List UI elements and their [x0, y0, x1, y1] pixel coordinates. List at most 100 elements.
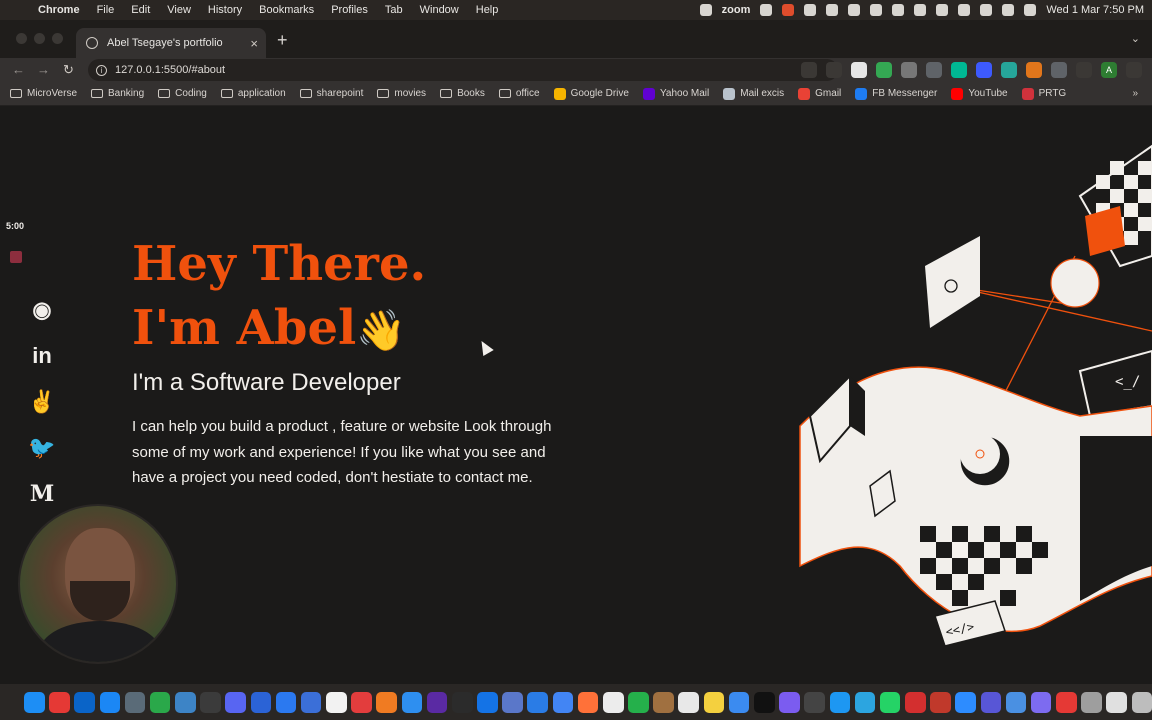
- bookmark-banking[interactable]: Banking: [91, 88, 144, 99]
- dock-app-icon[interactable]: [149, 691, 171, 713]
- bookmarks-overflow-icon[interactable]: »: [1132, 88, 1138, 99]
- figma-status-icon[interactable]: [760, 4, 773, 16]
- siri-icon[interactable]: [1024, 4, 1037, 16]
- wifi-icon[interactable]: [958, 4, 971, 16]
- dock-app-icon[interactable]: [376, 691, 397, 713]
- site-info-icon[interactable]: i: [96, 64, 107, 76]
- zoom-status-label[interactable]: zoom: [722, 4, 751, 16]
- bookmark-office[interactable]: office: [498, 88, 540, 99]
- camera-extension-icon[interactable]: [901, 62, 917, 78]
- dock-app-icon[interactable]: [653, 691, 674, 713]
- dock-app-icon[interactable]: [502, 691, 523, 713]
- dock-app-icon[interactable]: [426, 691, 448, 713]
- bookmark-google-drive[interactable]: Google Drive: [553, 87, 629, 100]
- linkedin-icon[interactable]: in: [27, 340, 57, 372]
- calendar-status-icon[interactable]: [782, 4, 795, 16]
- dock-app-icon[interactable]: [401, 691, 423, 713]
- menubar-clock[interactable]: Wed 1 Mar 7:50 PM: [1046, 4, 1144, 16]
- bookmark-books[interactable]: Books: [440, 88, 485, 99]
- m-extension-icon[interactable]: [951, 62, 967, 78]
- tab-search-chevron-icon[interactable]: ⌄: [1131, 32, 1140, 45]
- bookmark-mail-excis[interactable]: Mail excis: [723, 87, 784, 100]
- dock-app-icon[interactable]: [1106, 691, 1127, 713]
- dock-app-icon[interactable]: [577, 691, 599, 713]
- menu-bookmarks[interactable]: Bookmarks: [259, 4, 314, 16]
- dock-app-icon[interactable]: [99, 691, 121, 713]
- bookmark-star-icon[interactable]: [826, 62, 842, 78]
- bookmark-application[interactable]: application: [220, 88, 286, 99]
- bookmark-gmail[interactable]: Gmail: [798, 87, 841, 100]
- dock-app-icon[interactable]: [728, 691, 750, 713]
- share-icon[interactable]: [801, 62, 817, 78]
- dock-app-icon[interactable]: [1030, 691, 1052, 713]
- notion-extension-icon[interactable]: [851, 62, 867, 78]
- dock-app-icon[interactable]: [804, 691, 825, 713]
- dock-app-icon[interactable]: [49, 691, 70, 713]
- settings-extension-icon[interactable]: [926, 62, 942, 78]
- dock-app-icon[interactable]: [628, 691, 649, 713]
- dock-app-icon[interactable]: [225, 691, 246, 713]
- spotlight-search-icon[interactable]: [980, 4, 993, 16]
- twitter-icon[interactable]: 🐦: [27, 432, 57, 464]
- menu-edit[interactable]: Edit: [131, 4, 150, 16]
- menu-help[interactable]: Help: [476, 4, 499, 16]
- menu-profiles[interactable]: Profiles: [331, 4, 368, 16]
- bookmark-movies[interactable]: movies: [377, 88, 426, 99]
- menu-app-name[interactable]: Chrome: [38, 4, 80, 16]
- bookmark-sharepoint[interactable]: sharepoint: [299, 88, 363, 99]
- dock-app-icon[interactable]: [326, 691, 347, 713]
- bookmark-coding[interactable]: Coding: [158, 88, 207, 99]
- feather-extension-icon[interactable]: [976, 62, 992, 78]
- dock-app-icon[interactable]: [351, 691, 372, 713]
- battery-icon[interactable]: [914, 4, 927, 16]
- sidebar-icon[interactable]: [1076, 62, 1092, 78]
- bookmark-yahoo-mail[interactable]: Yahoo Mail: [642, 87, 709, 100]
- dock-app-icon[interactable]: [527, 691, 549, 713]
- back-arrow-icon[interactable]: ←: [12, 62, 25, 77]
- stop-recording-icon[interactable]: [10, 251, 22, 263]
- dock-app-icon[interactable]: [879, 691, 901, 713]
- github-icon[interactable]: ◉: [27, 294, 57, 326]
- close-tab-icon[interactable]: ×: [250, 36, 258, 51]
- dock-app-icon[interactable]: [552, 691, 574, 713]
- dock-app-icon[interactable]: [74, 691, 95, 713]
- dock-app-icon[interactable]: [200, 691, 221, 713]
- bookmark-microverse[interactable]: MicroVerse: [10, 88, 77, 99]
- dock-app-icon[interactable]: [300, 691, 322, 713]
- dock-app-icon[interactable]: [1131, 691, 1152, 713]
- gear-status-icon[interactable]: [699, 4, 712, 16]
- bookmark-fb-messenger[interactable]: FB Messenger: [855, 87, 937, 100]
- dock-app-icon[interactable]: [955, 691, 976, 713]
- dock-app-icon[interactable]: [678, 691, 700, 713]
- phone-status-icon[interactable]: [804, 4, 817, 16]
- dock-app-icon[interactable]: [124, 691, 146, 713]
- profile-avatar[interactable]: A: [1101, 62, 1117, 78]
- close-window-button[interactable]: [16, 33, 27, 44]
- reload-icon[interactable]: ↻: [63, 62, 74, 78]
- dock-app-icon[interactable]: [24, 691, 45, 713]
- dock-app-icon[interactable]: [477, 691, 498, 713]
- bluetooth-icon[interactable]: [936, 4, 949, 16]
- dock-app-icon[interactable]: [905, 691, 926, 713]
- link-extension-icon[interactable]: [1001, 62, 1017, 78]
- airplay-status-icon[interactable]: [870, 4, 883, 16]
- dock-app-icon[interactable]: [1056, 691, 1077, 713]
- menu-file[interactable]: File: [97, 4, 115, 16]
- drive-extension-icon[interactable]: [876, 62, 892, 78]
- browser-tab-active[interactable]: Abel Tsegaye's portfolio ×: [76, 28, 266, 58]
- metamask-extension-icon[interactable]: [1026, 62, 1042, 78]
- dock-app-icon[interactable]: [703, 691, 725, 713]
- maximize-window-button[interactable]: [52, 33, 63, 44]
- sync-status-icon[interactable]: [848, 4, 861, 16]
- angellist-icon[interactable]: ✌: [27, 386, 57, 418]
- bookmark-youtube[interactable]: YouTube: [951, 87, 1008, 100]
- minimize-window-button[interactable]: [34, 33, 45, 44]
- dock-app-icon[interactable]: [602, 691, 624, 713]
- control-center-icon[interactable]: [1002, 4, 1015, 16]
- new-tab-button[interactable]: +: [277, 30, 288, 51]
- dock-app-icon[interactable]: [930, 691, 951, 713]
- dock-app-icon[interactable]: [250, 691, 272, 713]
- medium-icon[interactable]: M: [27, 478, 57, 510]
- dock-app-icon[interactable]: [854, 691, 876, 713]
- headphones-status-icon[interactable]: [892, 4, 905, 16]
